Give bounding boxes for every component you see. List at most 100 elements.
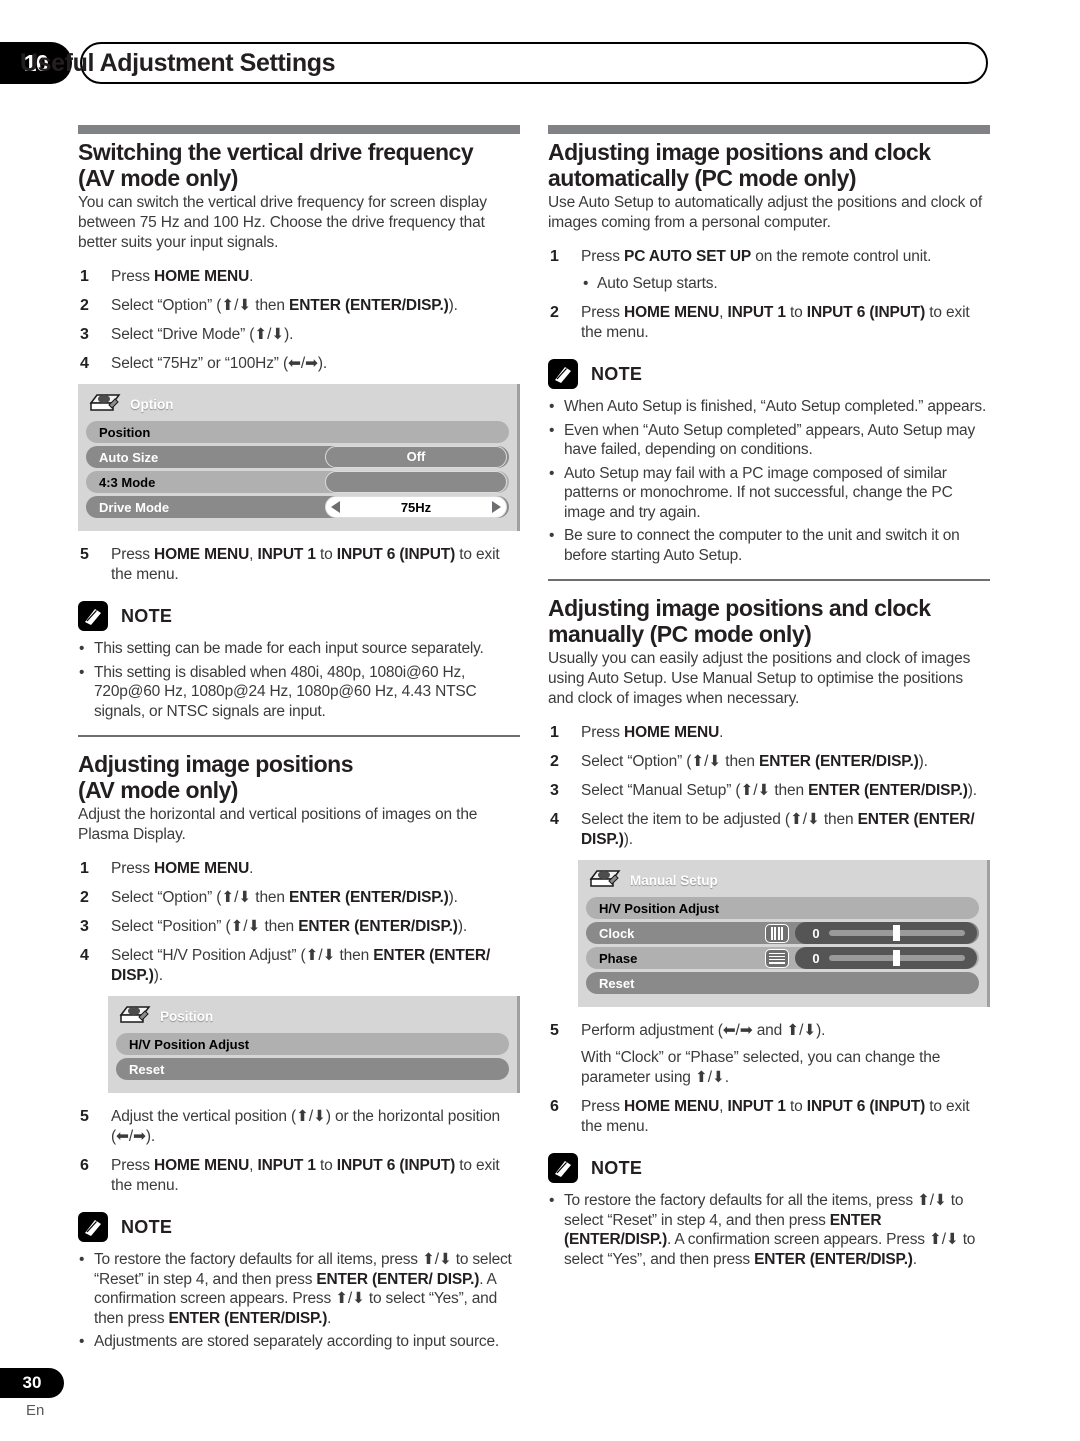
page-header: 10 Useful Adjustment Settings — [0, 42, 1080, 84]
step-number: 1 — [80, 860, 89, 877]
step-number: 6 — [550, 1098, 559, 1115]
osd-slider-thumb[interactable] — [892, 950, 900, 966]
osd-value-spinner[interactable]: 75Hz — [325, 496, 507, 518]
section-heading-line1: Adjusting image positions and clock — [548, 139, 931, 165]
osd-manual-setup-menu: Manual Setup H/V Position Adjust Clock 0 Ph… — [578, 860, 990, 1007]
osd-menu-row[interactable]: H/V Position Adjust — [586, 897, 979, 919]
step-number: 3 — [80, 326, 89, 343]
note-list: To restore the factory defaults for all … — [548, 1191, 990, 1269]
step-list: 1 Press HOME MENU. 2 Select “Option” (⬆/⬇ t… — [548, 723, 990, 850]
step-list: 1 Press HOME MENU. 2 Select “Option” (⬆/⬇ t… — [78, 267, 520, 374]
projector-icon — [588, 865, 622, 896]
osd-title-bar: Manual Setup — [586, 866, 979, 894]
osd-slider-track[interactable] — [829, 925, 965, 941]
step-item: 5 Perform adjustment (⬅/➡ and ⬆/⬇). With “… — [548, 1021, 990, 1088]
step-text: Press HOME MENU. — [111, 268, 254, 285]
note-label: NOTE — [591, 363, 643, 384]
note-item: To restore the factory defaults for all … — [78, 1250, 520, 1328]
step-item: 2 Select “Option” (⬆/⬇ then ENTER (ENTER/… — [78, 296, 520, 316]
osd-slider-group[interactable]: 0 — [765, 922, 977, 944]
osd-row-label: Position — [99, 424, 151, 440]
section-heading-line1: Switching the vertical drive frequency — [78, 139, 474, 165]
note-item: Adjustments are stored separately accord… — [78, 1332, 520, 1352]
section-rule — [78, 125, 520, 134]
page-number: 30 — [0, 1368, 64, 1398]
osd-row-label: Auto Size — [99, 449, 159, 465]
step-number: 1 — [80, 268, 89, 285]
osd-row-control[interactable]: Off — [325, 446, 507, 468]
note-item: To restore the factory defaults for all … — [548, 1191, 990, 1269]
chevron-left-icon[interactable] — [331, 501, 340, 513]
section-divider — [548, 579, 990, 581]
osd-menu-row[interactable]: Phase 0 — [586, 947, 979, 969]
osd-slider[interactable]: 0 — [795, 922, 977, 944]
step-text: Press PC AUTO SET UP on the remote contr… — [581, 248, 932, 265]
osd-row-label: Reset — [129, 1061, 165, 1077]
step-number: 4 — [550, 811, 559, 828]
language-code: En — [26, 1402, 45, 1419]
step-list: 1 Press HOME MENU. 2 Select “Option” (⬆/⬇ t… — [78, 859, 520, 986]
osd-title-text: Option — [130, 396, 174, 412]
projector-icon — [118, 1001, 152, 1032]
osd-menu-row[interactable]: Auto Size Off — [86, 446, 509, 468]
section-heading: Adjusting image positions and clock auto… — [548, 139, 990, 191]
chevron-right-icon[interactable] — [492, 501, 501, 513]
step-number: 3 — [80, 918, 89, 935]
step-text: Adjust the vertical position (⬆/⬇) or th… — [111, 1108, 501, 1145]
osd-slider-track[interactable] — [829, 950, 965, 966]
note-header: NOTE — [548, 1153, 990, 1183]
osd-menu-row[interactable]: Drive Mode 75Hz — [86, 496, 509, 518]
step-item: 2 Select “Option” (⬆/⬇ then ENTER (ENTER/… — [78, 888, 520, 908]
osd-menu-row[interactable]: Reset — [586, 972, 979, 994]
step-item: 1 Press PC AUTO SET UP on the remote cont… — [548, 247, 990, 294]
osd-menu-row[interactable]: Reset — [116, 1058, 509, 1080]
step-number: 4 — [80, 947, 89, 964]
step-item: 1 Press HOME MENU. — [78, 267, 520, 287]
note-item: This setting is disabled when 480i, 480p… — [78, 663, 520, 722]
step-number: 5 — [550, 1022, 559, 1039]
section-heading-line2: automatically (PC mode only) — [548, 165, 857, 191]
step-item: 6 Press HOME MENU, INPUT 1 to INPUT 6 (IN… — [78, 1156, 520, 1196]
step-text: Select “Drive Mode” (⬆/⬇). — [111, 326, 294, 343]
pencil-note-icon — [78, 1212, 108, 1242]
osd-row-control[interactable]: 0 — [765, 922, 977, 944]
osd-title-bar: Position — [116, 1002, 509, 1030]
step-text: Press HOME MENU, INPUT 1 to INPUT 6 (INP… — [581, 1098, 970, 1135]
step-number: 2 — [80, 889, 89, 906]
section-rule — [548, 125, 990, 134]
note-list: To restore the factory defaults for all … — [78, 1250, 520, 1352]
osd-menu-row[interactable]: 4:3 Mode — [86, 471, 509, 493]
step-text: Select “Option” (⬆/⬇ then ENTER (ENTER/D… — [111, 297, 458, 314]
step-number: 1 — [550, 248, 559, 265]
right-column: Adjusting image positions and clock auto… — [548, 125, 990, 1273]
osd-row-control[interactable]: 0 — [765, 947, 977, 969]
step-item: 3 Select “Manual Setup” (⬆/⬇ then ENTER (… — [548, 781, 990, 801]
osd-row-label: 4:3 Mode — [99, 474, 156, 490]
osd-row-control[interactable]: 75Hz — [325, 496, 507, 518]
osd-row-label: H/V Position Adjust — [599, 900, 720, 916]
step-number: 5 — [80, 546, 89, 563]
step-item: 3 Select “Position” (⬆/⬇ then ENTER (ENTE… — [78, 917, 520, 937]
step-extra-text: With “Clock” or “Phase” selected, you ca… — [581, 1049, 941, 1086]
pencil-note-icon — [548, 1153, 578, 1183]
step-item: 4 Select the item to be adjusted (⬆/⬇ the… — [548, 810, 990, 850]
section-heading-line1: Adjusting image positions — [78, 751, 354, 777]
osd-slider[interactable]: 0 — [795, 947, 977, 969]
section-heading-line2: manually (PC mode only) — [548, 621, 812, 647]
osd-title-text: Position — [160, 1008, 214, 1024]
step-number: 2 — [550, 304, 559, 321]
section-adjusting-image-positions: Adjusting image positions (AV mode only)… — [78, 735, 520, 1352]
osd-row-control[interactable] — [325, 471, 507, 493]
osd-slider-group[interactable]: 0 — [765, 947, 977, 969]
section-heading: Adjusting image positions (AV mode only) — [78, 751, 520, 803]
osd-menu-row[interactable]: Position — [86, 421, 509, 443]
osd-menu-row[interactable]: Clock 0 — [586, 922, 979, 944]
osd-menu-row[interactable]: H/V Position Adjust — [116, 1033, 509, 1055]
osd-value-pill[interactable] — [325, 471, 507, 493]
note-header: NOTE — [78, 601, 520, 631]
osd-value-pill[interactable]: Off — [325, 446, 507, 468]
projector-icon — [88, 389, 122, 420]
step-item: 3 Select “Drive Mode” (⬆/⬇). — [78, 325, 520, 345]
osd-title-bar: Option — [86, 390, 509, 418]
osd-slider-thumb[interactable] — [892, 925, 900, 941]
